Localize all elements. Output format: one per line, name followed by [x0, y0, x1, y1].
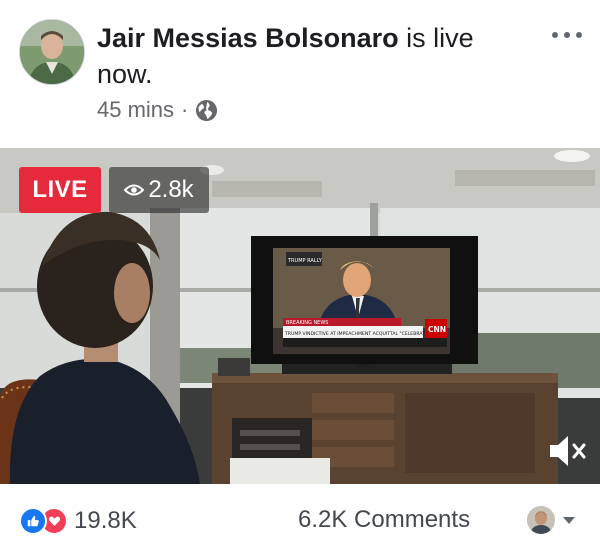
reaction-count: 19.8K — [74, 507, 137, 534]
live-badge: LIVE — [19, 167, 101, 213]
globe-icon — [195, 99, 218, 122]
post-header: Jair Messias Bolsonaro is live now. 45 m… — [0, 0, 600, 148]
viewer-count-badge: 2.8k — [109, 167, 209, 213]
reactions-summary[interactable]: 19.8K — [19, 507, 137, 535]
author-name[interactable]: Jair Messias Bolsonaro — [97, 23, 399, 53]
post-footer: 19.8K 6.2K Comments — [0, 484, 600, 551]
meta-separator: · — [181, 97, 189, 122]
post-timestamp[interactable]: 45 mins — [97, 97, 174, 123]
tv-network-logo: CNN — [428, 325, 446, 334]
post-headline: Jair Messias Bolsonaro is live now. — [97, 20, 527, 92]
viewer-avatar[interactable] — [527, 506, 555, 534]
author-avatar[interactable] — [19, 19, 85, 85]
viewer-count: 2.8k — [148, 176, 194, 203]
live-video-player[interactable]: TRUMP RALLY BREAKING NEWS TRUMP VINDICTI… — [0, 148, 600, 484]
post-meta: 45 mins · — [97, 97, 218, 123]
more-options-icon[interactable] — [552, 30, 582, 40]
chevron-down-icon[interactable] — [563, 517, 575, 524]
eye-icon — [124, 184, 145, 196]
muted-speaker-icon[interactable] — [546, 431, 590, 471]
like-icon — [19, 507, 47, 535]
tv-banner-top: BREAKING NEWS — [286, 320, 328, 326]
tv-banner-headline: TRUMP VINDICTIVE AT IMPEACHMENT ACQUITTA… — [284, 331, 435, 337]
comments-count-link[interactable]: 6.2K Comments — [298, 506, 470, 534]
tv-corner-tag: TRUMP RALLY — [287, 258, 323, 264]
